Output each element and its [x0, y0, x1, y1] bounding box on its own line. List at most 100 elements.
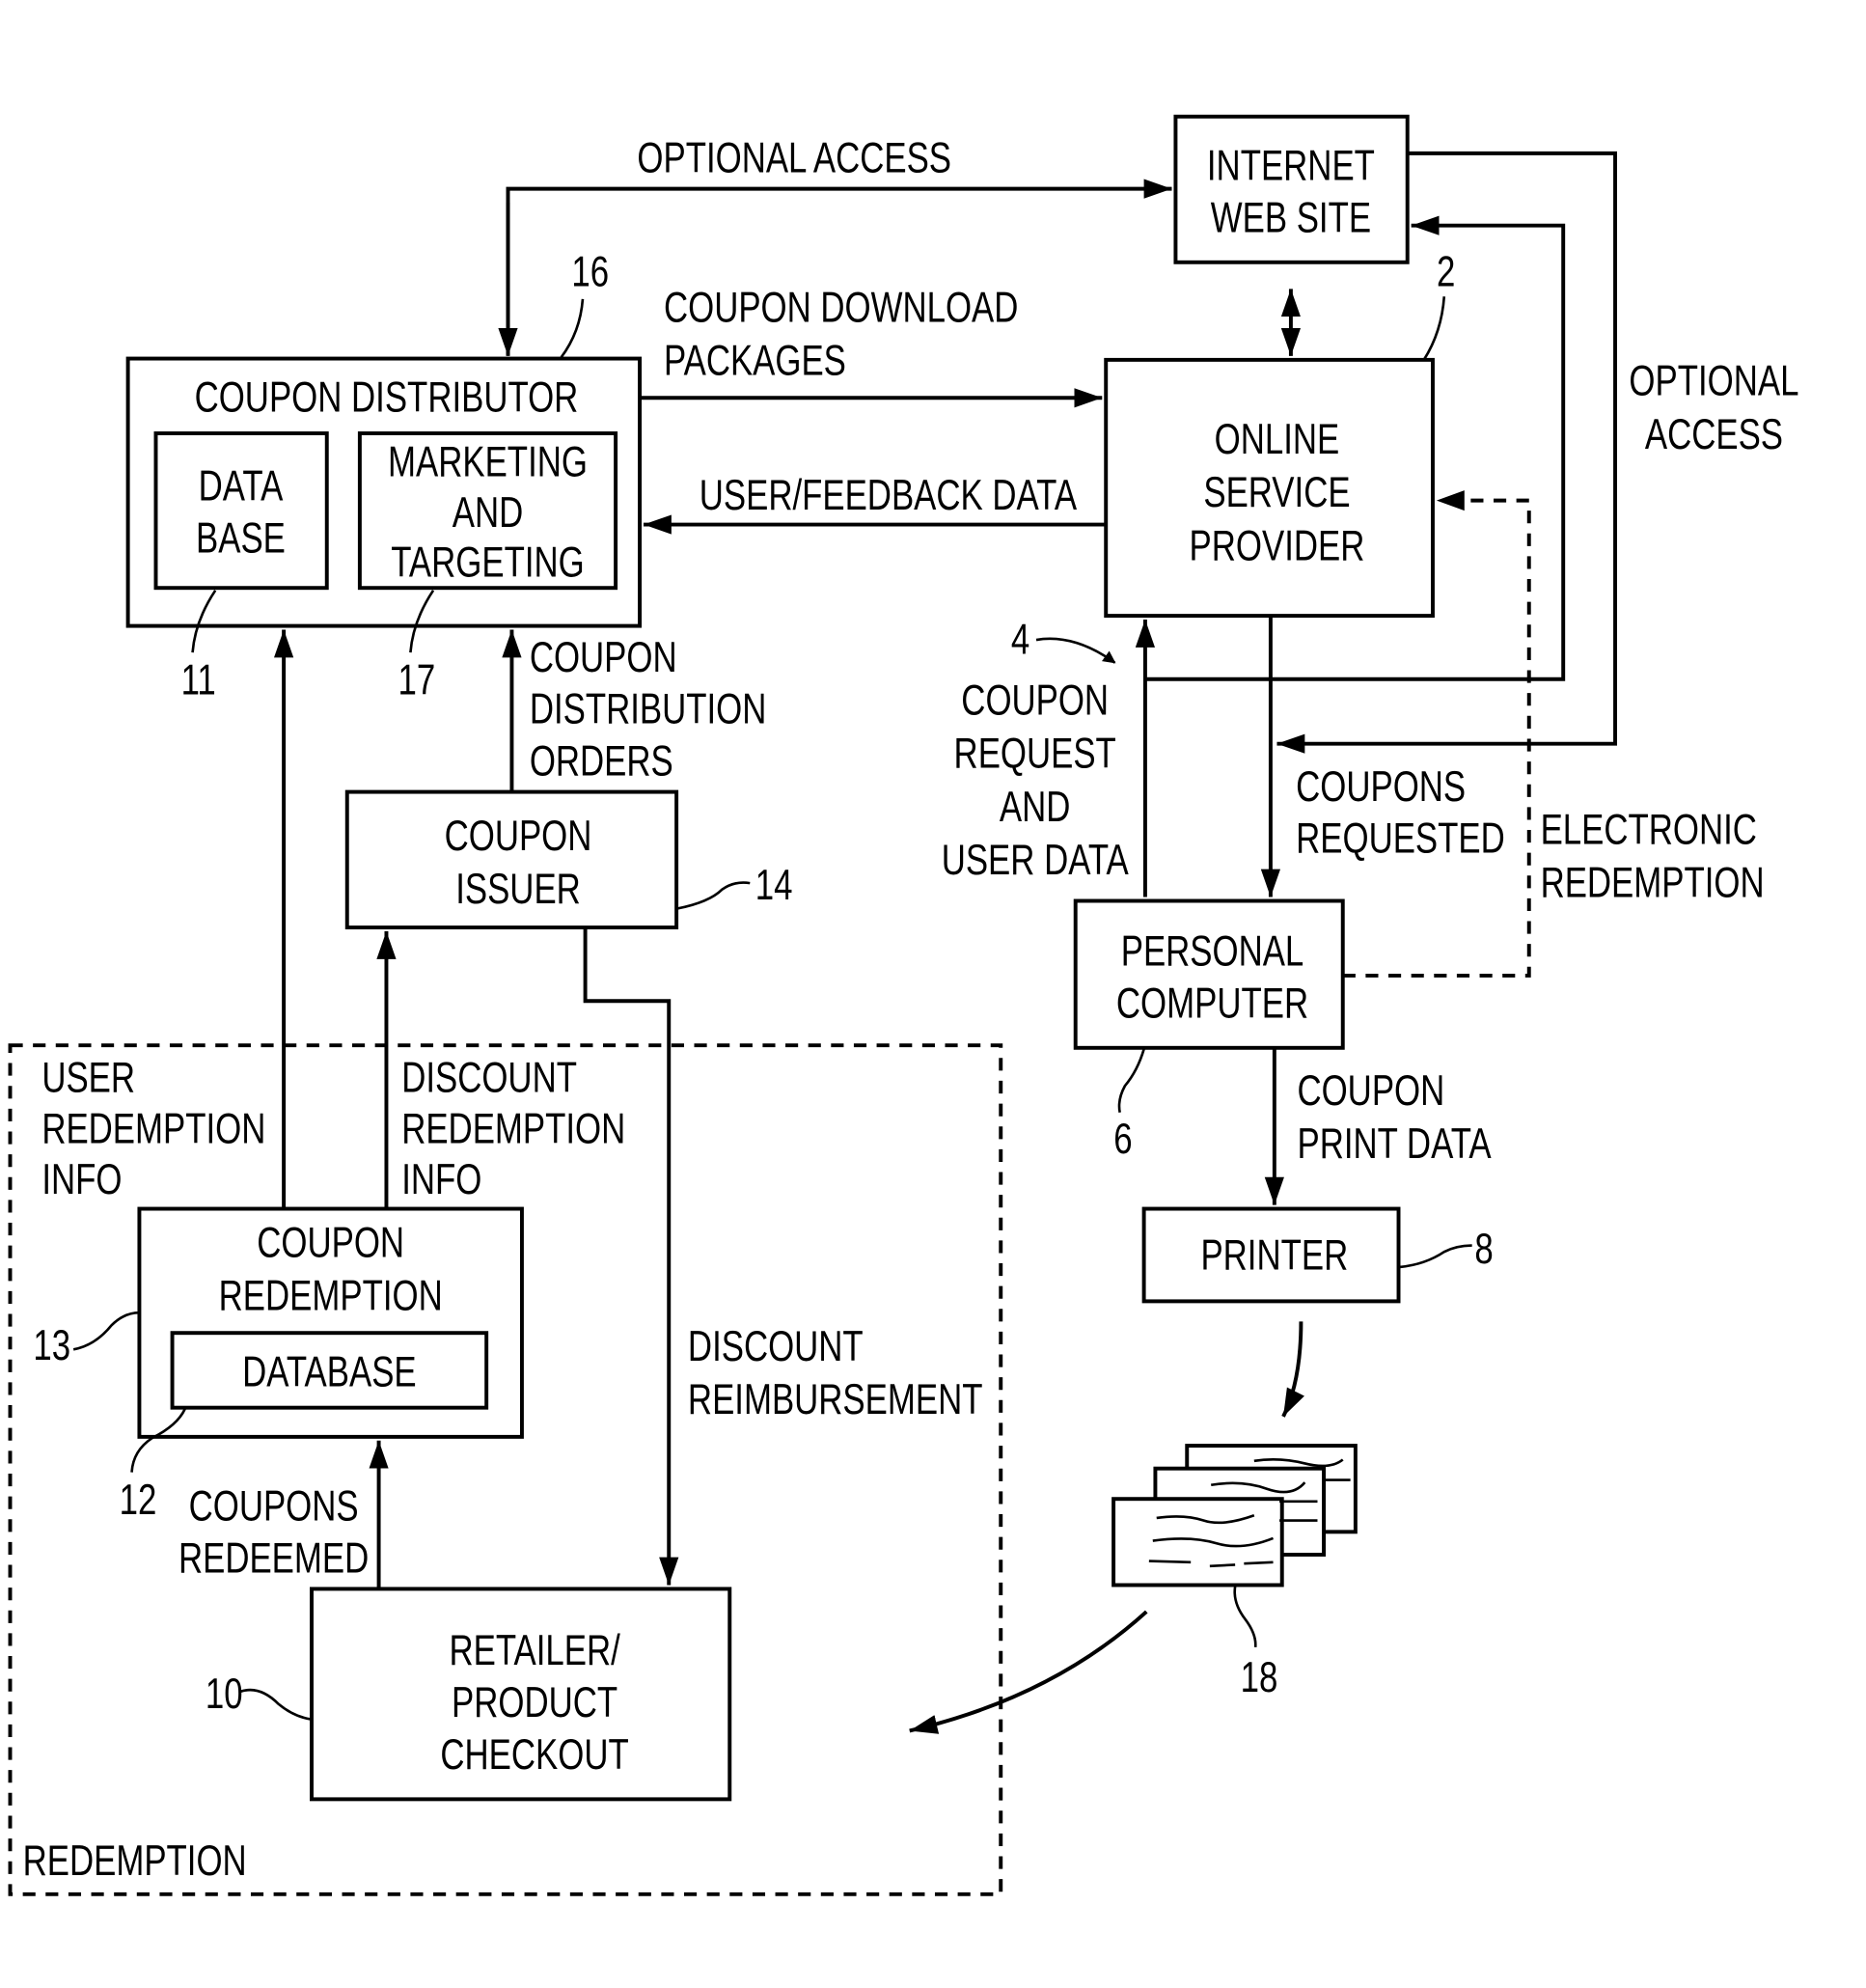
svg-text:11: 11 — [181, 656, 216, 704]
coupon-print-data-label: COUPON PRINT DATA — [1297, 1067, 1491, 1168]
svg-text:2: 2 — [1437, 249, 1455, 296]
svg-text:INFO: INFO — [41, 1156, 122, 1203]
svg-text:RETAILER/: RETAILER/ — [450, 1627, 621, 1674]
svg-text:REQUEST: REQUEST — [954, 731, 1116, 778]
svg-text:8: 8 — [1474, 1226, 1493, 1273]
svg-text:COMPUTER: COMPUTER — [1116, 980, 1308, 1027]
ref-4: 4 — [1011, 616, 1116, 664]
ref-10: 10 — [206, 1670, 313, 1721]
svg-text:DISTRIBUTION: DISTRIBUTION — [530, 686, 767, 733]
svg-text:OPTIONAL: OPTIONAL — [1629, 358, 1798, 405]
ref-2: 2 — [1422, 249, 1455, 361]
svg-text:DISCOUNT: DISCOUNT — [401, 1055, 577, 1102]
optional-access-top-label: OPTIONAL ACCESS — [637, 135, 951, 182]
printer-box: PRINTER — [1141, 1206, 1401, 1304]
svg-text:PACKAGES: PACKAGES — [664, 338, 846, 385]
svg-text:PROVIDER: PROVIDER — [1190, 522, 1365, 569]
svg-text:INTERNET: INTERNET — [1207, 142, 1375, 189]
discount-reimbursement-label: DISCOUNT REIMBURSEMENT — [688, 1323, 983, 1423]
svg-text:18: 18 — [1241, 1654, 1278, 1701]
personal-computer-box: PERSONAL COMPUTER — [1073, 898, 1345, 1050]
svg-text:COUPON: COUPON — [530, 634, 677, 681]
svg-text:ACCESS: ACCESS — [1645, 411, 1783, 458]
svg-text:PRINT DATA: PRINT DATA — [1297, 1120, 1491, 1168]
svg-text:4: 4 — [1011, 616, 1029, 663]
svg-text:REDEMPTION: REDEMPTION — [1541, 860, 1765, 907]
svg-text:CHECKOUT: CHECKOUT — [440, 1731, 628, 1779]
coupon-distribution-orders-label: COUPON DISTRIBUTION ORDERS — [530, 634, 767, 786]
printer-to-coupons-arrow — [1281, 1321, 1304, 1418]
svg-text:INFO: INFO — [401, 1156, 481, 1203]
online-service-provider-box: ONLINE SERVICE PROVIDER — [1104, 357, 1435, 619]
svg-text:COUPONS: COUPONS — [1296, 763, 1466, 811]
svg-text:16: 16 — [571, 249, 609, 296]
ref-8: 8 — [1399, 1226, 1494, 1273]
svg-text:12: 12 — [120, 1477, 157, 1524]
svg-text:ONLINE: ONLINE — [1215, 416, 1340, 463]
svg-text:REDEMPTION: REDEMPTION — [401, 1105, 625, 1152]
ref-13: 13 — [33, 1311, 140, 1369]
marketing-targeting-box: MARKETING AND TARGETING — [357, 431, 618, 591]
svg-text:REDEMPTION: REDEMPTION — [41, 1105, 265, 1152]
svg-text:13: 13 — [33, 1322, 70, 1369]
svg-text:COUPON: COUPON — [257, 1219, 404, 1266]
user-feedback-label: USER/FEEDBACK DATA — [700, 472, 1078, 519]
svg-text:COUPON: COUPON — [961, 676, 1109, 724]
svg-text:REDEEMED: REDEEMED — [178, 1534, 369, 1582]
svg-text:10: 10 — [206, 1670, 243, 1718]
coupon-download-label: COUPON DOWNLOAD PACKAGES — [664, 284, 1018, 384]
coupon-distributor-box: COUPON DISTRIBUTOR DATA BASE MARKETING A… — [125, 356, 643, 628]
ref-16: 16 — [560, 249, 609, 359]
coupon-redemption-box: COUPON REDEMPTION DATABASE — [137, 1206, 524, 1439]
coupons-redeemed-label: COUPONS REDEEMED — [178, 1482, 369, 1582]
svg-text:DISCOUNT: DISCOUNT — [688, 1323, 864, 1370]
svg-text:PERSONAL: PERSONAL — [1121, 927, 1304, 975]
optional-access-right-label: OPTIONAL ACCESS — [1629, 358, 1798, 458]
svg-text:ISSUER: ISSUER — [455, 866, 581, 913]
svg-text:COUPON: COUPON — [445, 813, 592, 860]
svg-text:WEB SITE: WEB SITE — [1211, 194, 1371, 241]
svg-text:MARKETING: MARKETING — [388, 439, 588, 486]
discount-redemption-info-label: DISCOUNT REDEMPTION INFO — [401, 1055, 625, 1203]
coupons-requested-label: COUPONS REQUESTED — [1296, 763, 1505, 863]
svg-text:14: 14 — [755, 862, 793, 909]
svg-text:REDEMPTION: REDEMPTION — [219, 1273, 443, 1320]
redemption-database-box: DATABASE — [170, 1331, 489, 1410]
internet-web-site-box: INTERNET WEB SITE — [1173, 114, 1410, 264]
svg-text:ORDERS: ORDERS — [530, 737, 673, 785]
svg-text:REIMBURSEMENT: REIMBURSEMENT — [688, 1376, 983, 1423]
svg-text:AND: AND — [453, 489, 523, 537]
retailer-checkout-box: RETAILER/ PRODUCT CHECKOUT — [310, 1587, 732, 1802]
svg-text:BASE: BASE — [196, 514, 286, 562]
coupons-to-retailer-arrow — [909, 1610, 1148, 1734]
data-base-box: DATA BASE — [153, 431, 329, 591]
svg-text:DATABASE: DATABASE — [242, 1348, 417, 1395]
svg-text:COUPON DOWNLOAD: COUPON DOWNLOAD — [664, 284, 1018, 331]
coupon-issuer-box: COUPON ISSUER — [344, 789, 679, 930]
svg-text:SERVICE: SERVICE — [1203, 469, 1350, 516]
svg-text:USER DATA: USER DATA — [942, 837, 1129, 884]
svg-text:TARGETING: TARGETING — [391, 538, 584, 586]
ref-14: 14 — [677, 862, 793, 910]
svg-text:6: 6 — [1113, 1116, 1132, 1163]
user-redemption-info-label: USER REDEMPTION INFO — [41, 1055, 265, 1203]
svg-text:COUPON DISTRIBUTOR: COUPON DISTRIBUTOR — [195, 374, 579, 422]
electronic-redemption-label: ELECTRONIC REDEMPTION — [1541, 806, 1765, 906]
printed-coupons-icon — [1111, 1444, 1358, 1588]
svg-text:COUPONS: COUPONS — [189, 1482, 359, 1530]
svg-text:PRODUCT: PRODUCT — [452, 1679, 617, 1726]
svg-text:17: 17 — [398, 656, 435, 704]
svg-text:ELECTRONIC: ELECTRONIC — [1541, 806, 1757, 853]
discount-reimbursement-arrow — [583, 927, 679, 1586]
coupon-request-label: COUPON REQUEST AND USER DATA — [942, 676, 1129, 883]
ref-6: 6 — [1113, 1048, 1145, 1163]
svg-text:COUPON: COUPON — [1297, 1067, 1444, 1115]
svg-text:AND: AND — [1000, 784, 1070, 831]
ref-18: 18 — [1233, 1586, 1278, 1701]
coupon-system-diagram: REDEMPTION INTERNET WEB SITE COUPON DIST… — [8, 114, 1798, 1896]
svg-text:DATA: DATA — [199, 463, 284, 511]
svg-text:PRINTER: PRINTER — [1200, 1232, 1348, 1280]
redemption-region-label: REDEMPTION — [23, 1837, 247, 1885]
svg-text:REQUESTED: REQUESTED — [1296, 815, 1505, 863]
svg-text:USER: USER — [41, 1055, 135, 1102]
